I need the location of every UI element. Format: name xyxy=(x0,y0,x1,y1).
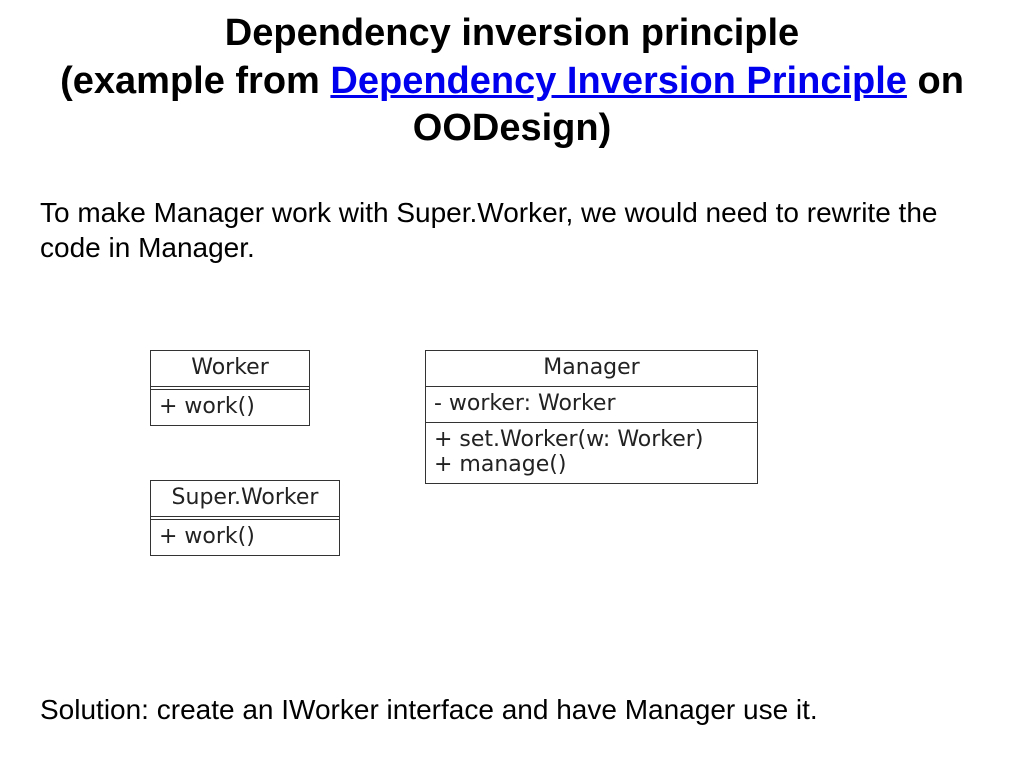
title-line1: Dependency inversion principle xyxy=(225,12,799,54)
title-prefix: (example from xyxy=(60,60,330,102)
intro-text: To make Manager work with Super.Worker, … xyxy=(0,195,1024,265)
uml-superworker-method: + work() xyxy=(151,520,339,555)
uml-manager-method1: + set.Worker(w: Worker) xyxy=(426,423,757,452)
uml-worker-method: + work() xyxy=(151,390,309,425)
uml-superworker-class: Super.Worker + work() xyxy=(150,480,340,556)
uml-worker-class: Worker + work() xyxy=(150,350,310,426)
title-link[interactable]: Dependency Inversion Principle xyxy=(330,60,907,102)
uml-superworker-name: Super.Worker xyxy=(151,481,339,517)
solution-text: Solution: create an IWorker interface an… xyxy=(0,692,1024,727)
uml-worker-name: Worker xyxy=(151,351,309,387)
uml-manager-attr: - worker: Worker xyxy=(426,387,757,423)
uml-manager-class: Manager - worker: Worker + set.Worker(w:… xyxy=(425,350,758,484)
uml-manager-name: Manager xyxy=(426,351,757,387)
uml-manager-method2: + manage() xyxy=(426,452,757,483)
slide-title: Dependency inversion principle (example … xyxy=(0,0,1024,153)
